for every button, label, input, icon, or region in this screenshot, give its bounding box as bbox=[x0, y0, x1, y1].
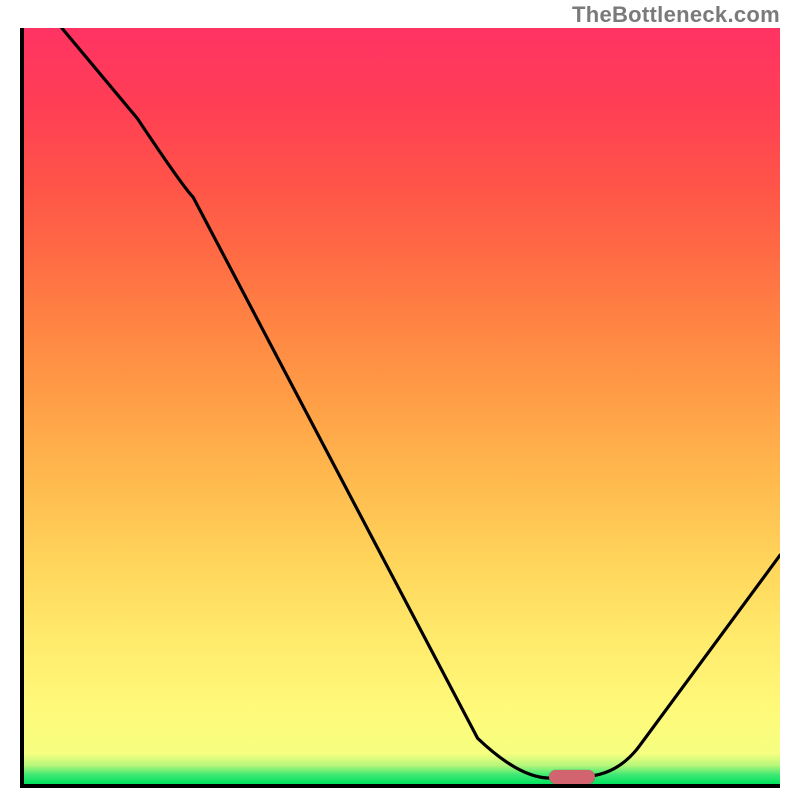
chart-container: TheBottleneck.com bbox=[0, 0, 800, 800]
curve-path bbox=[62, 28, 780, 778]
bottleneck-curve bbox=[24, 28, 780, 784]
watermark-text: TheBottleneck.com bbox=[572, 2, 780, 28]
optimal-marker bbox=[549, 770, 595, 784]
plot-area bbox=[20, 28, 780, 788]
